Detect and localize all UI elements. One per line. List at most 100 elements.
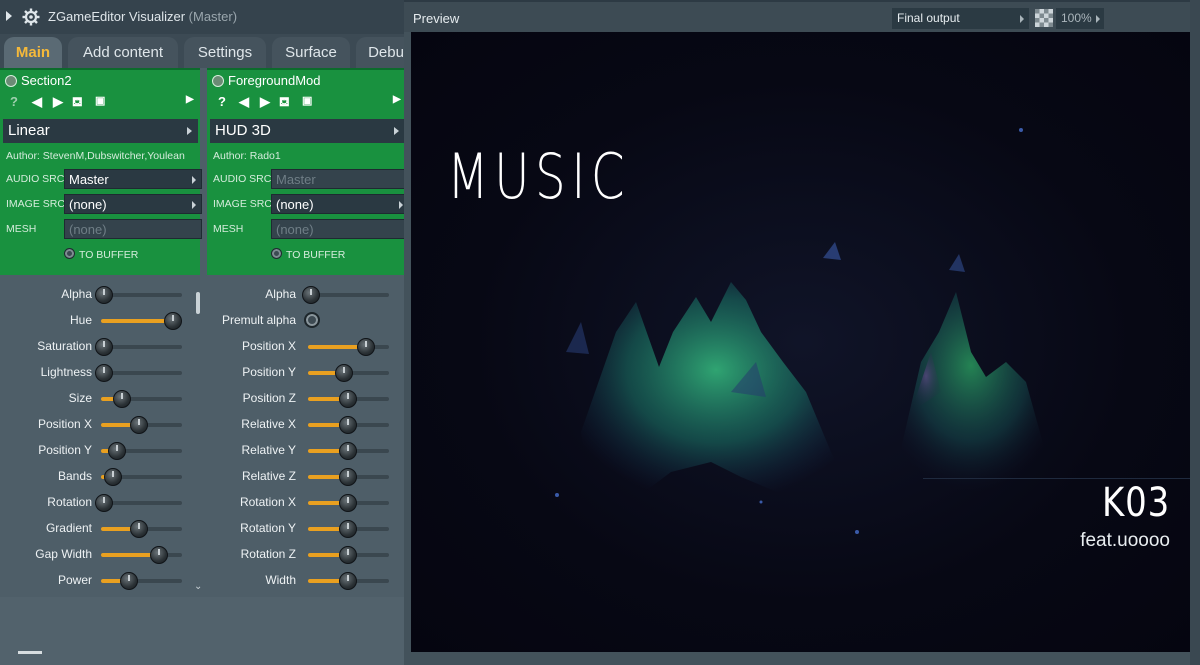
audio-src-label: AUDIO SRC — [6, 173, 65, 185]
tab-debug[interactable]: Debu — [356, 37, 404, 68]
bottom-bar — [0, 597, 404, 665]
image-src-field[interactable]: (none) — [64, 194, 202, 214]
parameter-slider[interactable] — [308, 416, 389, 434]
parameter-slider[interactable] — [308, 520, 389, 538]
delete-icon[interactable]: ▣ — [95, 94, 105, 107]
tab-add-content[interactable]: Add content — [68, 37, 178, 68]
title-bar: ZGameEditor Visualizer (Master) — [0, 0, 404, 34]
audio-src-field[interactable]: Master — [64, 169, 202, 189]
parameter-slider[interactable] — [308, 390, 389, 408]
author-text: Author: StevenM,Dubswitcher,Youlean — [6, 150, 185, 162]
parameter-label: Rotation Z — [240, 547, 296, 561]
window-title: ZGameEditor Visualizer (Master) — [48, 9, 237, 24]
mesh-label: MESH — [213, 223, 244, 235]
parameter-row: Rotation Y — [0, 516, 404, 542]
parameter-slider[interactable] — [308, 364, 389, 382]
section-panel: Section2 ? ◀ ▶ ⛾ ▣ ▶ Linear Author: Stev… — [0, 68, 202, 275]
parameter-row: Rotation X — [0, 490, 404, 516]
preview-title: Preview — [413, 11, 460, 26]
move-left-icon[interactable]: ◀ — [239, 94, 249, 110]
parameter-row: Relative Z — [0, 464, 404, 490]
output-select[interactable]: Final output — [892, 8, 1029, 29]
output-value: Final output — [897, 11, 960, 25]
parameter-row: Relative Y — [0, 438, 404, 464]
slider-knob[interactable] — [338, 442, 357, 460]
parameter-scrollbar[interactable] — [196, 292, 200, 314]
transparency-grid-icon[interactable] — [1035, 9, 1053, 27]
tab-bar: Main Add content Settings Surface Debu — [0, 34, 404, 68]
delete-icon[interactable]: ▣ — [302, 94, 312, 107]
chevron-right-icon — [187, 127, 192, 135]
zoom-select[interactable]: 100% — [1056, 8, 1104, 29]
slider-knob[interactable] — [338, 520, 357, 538]
parameter-row: Rotation Z — [0, 542, 404, 568]
slider-knob[interactable] — [338, 546, 357, 564]
image-src-field[interactable]: (none) — [271, 194, 404, 214]
bucket-icon[interactable]: ⛾ — [279, 94, 290, 112]
chevron-right-icon — [1096, 15, 1100, 23]
zoom-value: 100% — [1061, 11, 1092, 25]
slider-knob[interactable] — [338, 416, 357, 434]
slider-knob[interactable] — [356, 338, 375, 356]
mountain-left — [581, 282, 851, 502]
visualizer-panel: ZGameEditor Visualizer (Master) Main Add… — [0, 0, 404, 665]
parameter-label: Rotation X — [239, 495, 296, 509]
parameter-label: Position Y — [242, 365, 296, 379]
section-enable-toggle[interactable] — [5, 75, 17, 87]
slider-knob[interactable] — [338, 572, 357, 590]
section-enable-toggle[interactable] — [212, 75, 224, 87]
slider-knob[interactable] — [338, 390, 357, 408]
minimize-handle[interactable] — [18, 651, 42, 654]
collapse-arrow-icon[interactable] — [6, 11, 12, 21]
triangle-shape — [949, 254, 965, 272]
effect-selector[interactable]: Linear — [3, 119, 198, 143]
slider-knob[interactable] — [334, 364, 353, 382]
parameter-slider[interactable] — [302, 286, 389, 304]
parameter-row: Relative X — [0, 412, 404, 438]
parameter-slider[interactable] — [308, 494, 389, 512]
image-src-label: IMAGE SRC — [6, 198, 65, 210]
more-icon[interactable]: ▶ — [393, 94, 401, 105]
help-icon[interactable]: ? — [218, 94, 226, 109]
to-buffer-toggle[interactable]: TO BUFFER — [64, 248, 138, 261]
to-buffer-label: TO BUFFER — [79, 249, 139, 261]
parameter-slider[interactable] — [308, 468, 389, 486]
tab-main[interactable]: Main — [4, 37, 62, 68]
move-left-icon[interactable]: ◀ — [32, 94, 42, 110]
parameter-slider[interactable] — [308, 572, 389, 590]
move-right-icon[interactable]: ▶ — [53, 94, 63, 110]
tab-settings[interactable]: Settings — [184, 37, 266, 68]
image-src-value: (none) — [276, 197, 314, 212]
parameter-toggle[interactable] — [304, 312, 320, 328]
more-icon[interactable]: ▶ — [186, 94, 194, 105]
parameter-slider[interactable] — [308, 442, 389, 460]
mesh-field[interactable]: (none) — [271, 219, 404, 239]
audio-src-field[interactable]: Master — [271, 169, 404, 189]
effect-selector[interactable]: HUD 3D — [210, 119, 404, 143]
gear-icon[interactable] — [22, 8, 40, 26]
audio-src-value: Master — [69, 172, 109, 187]
move-right-icon[interactable]: ▶ — [260, 94, 270, 110]
parameter-label: Position Z — [242, 391, 296, 405]
audio-src-label: AUDIO SRC — [213, 173, 272, 185]
radio-icon — [271, 248, 282, 259]
section-header: Section2 — [0, 70, 200, 92]
parameter-slider[interactable] — [308, 338, 389, 356]
preview-header: Preview Final output 100% — [404, 2, 1200, 32]
section-panel: ForegroundMod ? ◀ ▶ ⛾ ▣ ▶ HUD 3D Author:… — [207, 68, 404, 275]
parameter-label: Alpha — [265, 287, 296, 301]
scroll-down-icon[interactable]: ⌄ — [194, 581, 202, 592]
slider-knob[interactable] — [302, 286, 320, 304]
parameter-label: Relative X — [241, 417, 296, 431]
mesh-field[interactable]: (none) — [64, 219, 202, 239]
slider-knob[interactable] — [338, 494, 357, 512]
parameter-row: Premult alpha — [0, 308, 404, 334]
mountain-right — [891, 292, 1051, 502]
to-buffer-toggle[interactable]: TO BUFFER — [271, 248, 345, 261]
bucket-icon[interactable]: ⛾ — [72, 94, 83, 112]
help-icon[interactable]: ? — [10, 94, 18, 109]
slider-knob[interactable] — [338, 468, 357, 486]
mesh-value: (none) — [276, 222, 314, 237]
tab-surface[interactable]: Surface — [272, 37, 350, 68]
parameter-slider[interactable] — [308, 546, 389, 564]
